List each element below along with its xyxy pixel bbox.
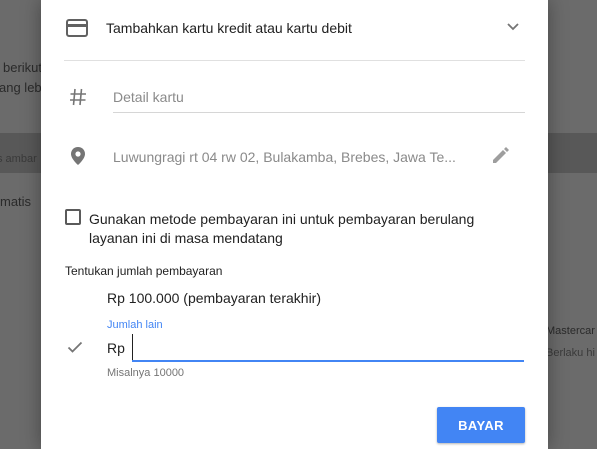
recurring-payment-checkbox[interactable] [65, 209, 81, 225]
background-text: s ambar [0, 153, 37, 165]
check-icon [67, 341, 83, 353]
location-pin-icon [71, 147, 85, 165]
background-text: matis [0, 194, 32, 209]
pencil-icon[interactable] [492, 146, 510, 164]
amount-hint: Misalnya 10000 [107, 367, 185, 379]
hash-icon [70, 88, 86, 106]
pay-button[interactable]: BAYAR [437, 407, 525, 443]
card-details-underline [113, 112, 525, 113]
last-payment-option[interactable]: Rp 100.000 (pembayaran terakhir) [107, 290, 321, 306]
background-text: Mastercar [546, 325, 595, 337]
card-type-title: Tambahkan kartu kredit atau kartu debit [106, 20, 352, 36]
other-amount-input[interactable] [132, 334, 524, 360]
add-payment-dialog: Tambahkan kartu kredit atau kartu debit … [41, 0, 548, 449]
currency-prefix: Rp [107, 340, 125, 356]
payment-amount-title: Tentukan jumlah pembayaran [65, 264, 223, 278]
chevron-down-icon[interactable] [506, 20, 520, 34]
background-text: Berlaku hi [546, 347, 595, 359]
amount-input-underline [132, 360, 524, 362]
card-details-input[interactable]: Detail kartu [113, 89, 184, 105]
credit-card-icon [66, 19, 88, 37]
recurring-payment-label[interactable]: Gunakan metode pembayaran ini untuk pemb… [89, 210, 509, 248]
background-text: berikut [3, 60, 43, 75]
other-amount-label: Jumlah lain [107, 319, 163, 331]
address-field[interactable]: Luwungragi rt 04 rw 02, Bulakamba, Brebe… [113, 149, 456, 165]
background-bar [548, 133, 597, 173]
card-type-selector[interactable]: Tambahkan kartu kredit atau kartu debit [64, 0, 525, 61]
background-text: ang lebi [0, 80, 45, 95]
